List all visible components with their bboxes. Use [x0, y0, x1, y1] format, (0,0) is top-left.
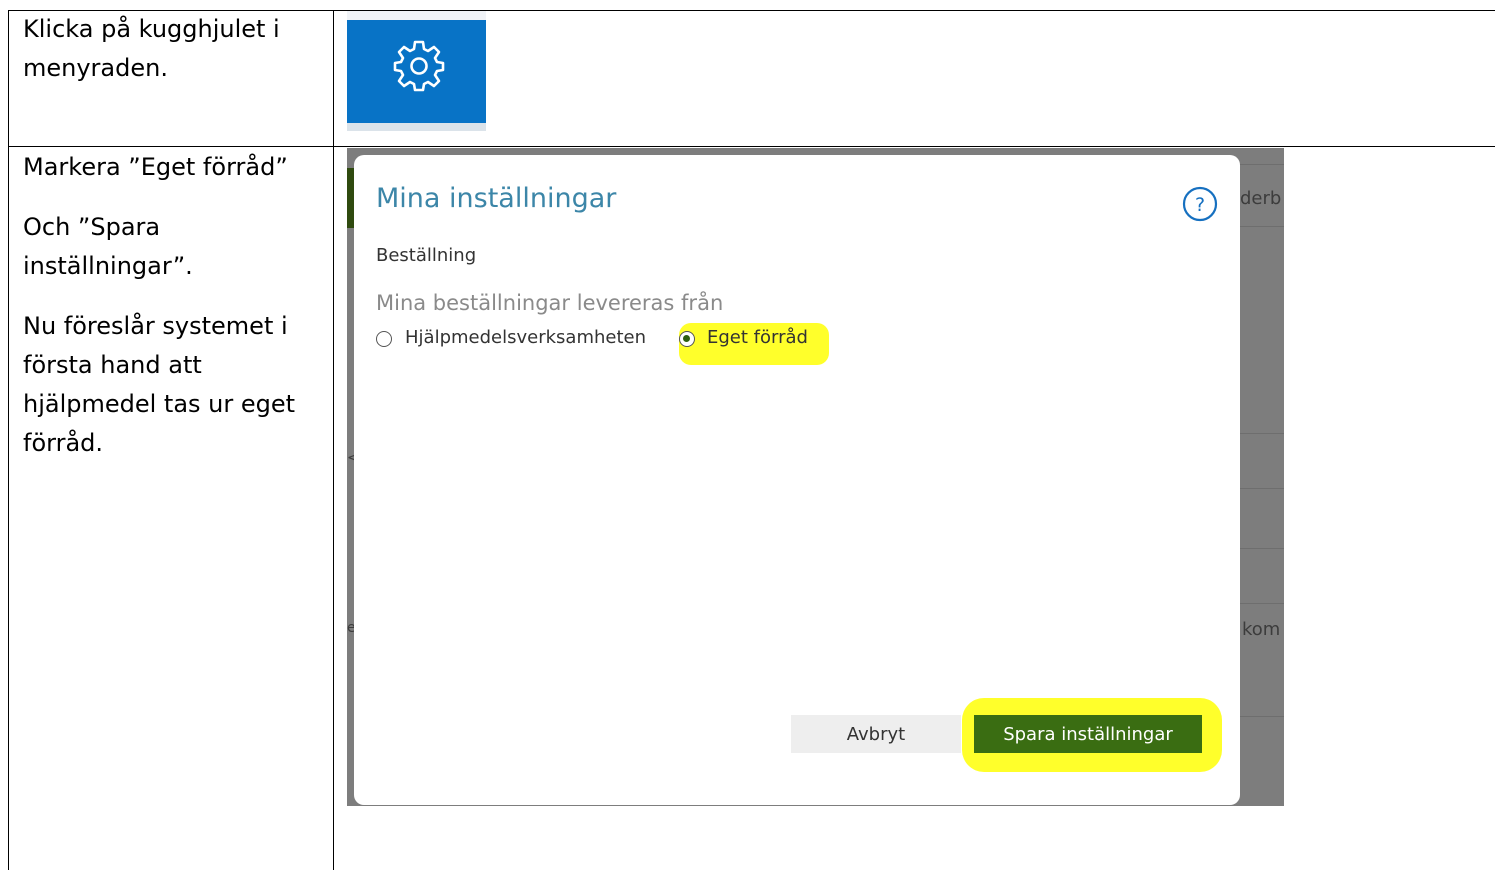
background-text: kom: [1242, 619, 1281, 640]
gear-icon[interactable]: [391, 38, 447, 94]
background-text: derb: [1240, 188, 1282, 209]
question-circle-icon[interactable]: ?: [1182, 186, 1218, 222]
instruction-row1: Klicka på kugghjulet i menyraden.: [23, 10, 280, 88]
instruction-line: Markera ”Eget förråd”: [23, 153, 288, 181]
save-settings-button[interactable]: Spara inställningar: [974, 715, 1202, 753]
instruction-line: Nu föreslår systemet i: [23, 312, 288, 340]
table-row-divider: [8, 146, 1495, 147]
delivery-field-label: Mina beställningar levereras från: [376, 291, 724, 315]
instruction-line: hjälpmedel tas ur eget: [23, 390, 296, 418]
toolbar-gear-screenshot: [347, 11, 486, 131]
radio-selected-dot: [683, 335, 690, 342]
radio-eget-forrad[interactable]: [679, 331, 695, 347]
radio-hjalpmedelsverksamheten[interactable]: [376, 331, 392, 347]
instruction-line: Klicka på kugghjulet i: [23, 15, 280, 43]
settings-dialog: Mina inställningar ? Beställning Mina be…: [354, 155, 1240, 805]
svg-text:?: ?: [1195, 194, 1205, 216]
instruction-line: Och ”Spara: [23, 213, 161, 241]
section-heading: Beställning: [376, 245, 477, 266]
radio-label-hjalpmedelsverksamheten[interactable]: Hjälpmedelsverksamheten: [405, 327, 646, 348]
instruction-line: förråd.: [23, 429, 104, 457]
instruction-line: menyraden.: [23, 54, 168, 82]
cancel-button[interactable]: Avbryt: [791, 715, 961, 753]
instruction-line: inställningar”.: [23, 252, 193, 280]
instruction-line: första hand att: [23, 351, 202, 379]
radio-label-eget-forrad[interactable]: Eget förråd: [707, 327, 808, 348]
table-left-border: [8, 10, 9, 870]
instruction-row2: Markera ”Eget förråd” Och ”Spara inställ…: [23, 148, 295, 463]
dialog-title: Mina inställningar: [376, 183, 617, 214]
table-column-divider: [333, 10, 334, 870]
